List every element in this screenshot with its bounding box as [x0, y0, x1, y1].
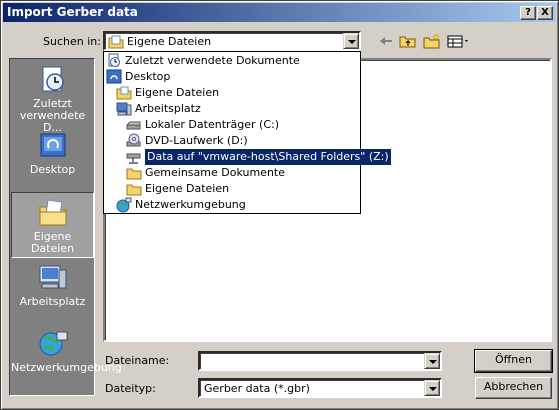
- dropdown-item-label: Arbeitsplatz: [135, 102, 201, 115]
- place-network[interactable]: Netzwerkumgebung: [11, 324, 122, 394]
- place-desktop-label: Desktop: [29, 163, 76, 176]
- place-recent[interactable]: Zuletzt verwendete D...: [11, 60, 94, 134]
- desktop-icon: [40, 133, 65, 157]
- filetype-dropdown-button[interactable]: [424, 380, 440, 396]
- title-bar: Import Gerber data ? X: [3, 3, 556, 22]
- dropdown-item-label: Eigene Dateien: [145, 182, 230, 195]
- dropdown-item-shared-documents[interactable]: Gemeinsame Dokumente: [126, 165, 285, 181]
- look-in-dropdown-button[interactable]: [343, 33, 359, 49]
- filetype-label: Dateityp:: [105, 382, 156, 395]
- dropdown-item-desktop[interactable]: Desktop: [106, 69, 170, 85]
- dropdown-item-label: Eigene Dateien: [135, 86, 220, 99]
- help-button[interactable]: ?: [520, 6, 536, 20]
- dropdown-item-my-documents[interactable]: Eigene Dateien: [116, 85, 219, 101]
- view-menu-button[interactable]: [446, 32, 472, 50]
- place-my-documents[interactable]: Eigene Dateien: [11, 192, 94, 258]
- dropdown-item-label: Data auf "vmware-host\Shared Folders" (Z…: [144, 148, 392, 166]
- back-arrow-icon: [380, 37, 392, 45]
- dropdown-item-own-documents[interactable]: Eigene Dateien: [126, 181, 229, 197]
- filename-label: Dateiname:: [105, 354, 170, 367]
- dropdown-item-my-computer[interactable]: Arbeitsplatz: [116, 101, 201, 117]
- place-my-documents-label: Eigene Dateien: [30, 230, 75, 255]
- dropdown-item-label: Netzwerkumgebung: [135, 198, 246, 211]
- dropdown-item-drive-z[interactable]: Data auf "vmware-host\Shared Folders" (Z…: [126, 148, 392, 166]
- places-bar: Zuletzt verwendete D... Desktop Eigene D…: [9, 58, 122, 396]
- new-folder-icon: [423, 33, 440, 49]
- dropdown-item-network[interactable]: Netzwerkumgebung: [116, 197, 246, 213]
- filename-combo[interactable]: [198, 351, 442, 371]
- place-my-computer-label: Arbeitsplatz: [19, 295, 86, 308]
- look-in-combo[interactable]: Eigene Dateien: [103, 31, 361, 51]
- import-dialog: Import Gerber data ? X Suchen in: Eigene…: [0, 0, 559, 410]
- look-in-value: Eigene Dateien: [127, 35, 212, 48]
- filetype-combo[interactable]: Gerber data (*.gbr): [198, 378, 442, 398]
- my-computer-icon: [116, 102, 132, 116]
- my-documents-icon: [108, 35, 124, 49]
- dropdown-item-drive-d[interactable]: DVD-Laufwerk (D:): [126, 133, 248, 149]
- filename-input[interactable]: [202, 354, 422, 368]
- dropdown-item-label: Lokaler Datenträger (C:): [145, 118, 280, 131]
- my-documents-icon: [39, 199, 66, 226]
- filetype-value: Gerber data (*.gbr): [204, 382, 310, 395]
- place-desktop[interactable]: Desktop: [11, 126, 94, 192]
- dvd-drive-icon: [126, 133, 141, 147]
- up-folder-icon: [399, 36, 416, 48]
- dropdown-item-label: Desktop: [125, 70, 171, 83]
- open-button[interactable]: Öffnen: [474, 349, 553, 373]
- dialog-title: Import Gerber data: [7, 5, 138, 19]
- dropdown-item-label: Zuletzt verwendete Dokumente: [125, 54, 300, 67]
- dropdown-item-drive-c[interactable]: Lokaler Datenträger (C:): [126, 117, 279, 133]
- look-in-dropdown-list: Zuletzt verwendete Dokumente Desktop Eig…: [103, 51, 392, 214]
- desktop-icon: [106, 69, 122, 84]
- cancel-button[interactable]: Abbrechen: [475, 377, 552, 399]
- place-my-computer[interactable]: Arbeitsplatz: [11, 258, 94, 324]
- dropdown-item-label: Gemeinsame Dokumente: [145, 166, 285, 179]
- folder-icon: [126, 168, 142, 180]
- hard-drive-icon: [126, 121, 141, 130]
- up-folder-button[interactable]: [398, 32, 418, 50]
- new-folder-button[interactable]: [422, 32, 442, 50]
- dropdown-item-label: DVD-Laufwerk (D:): [145, 134, 248, 147]
- my-computer-icon: [39, 265, 66, 289]
- network-drive-icon: [126, 153, 141, 164]
- recent-documents-icon: [42, 66, 64, 92]
- my-documents-icon: [116, 86, 132, 100]
- close-button[interactable]: X: [537, 6, 553, 20]
- network-icon: [39, 331, 67, 356]
- network-icon: [116, 197, 132, 213]
- folder-icon: [126, 184, 142, 196]
- recent-documents-icon: [108, 53, 120, 67]
- filename-dropdown-button[interactable]: [424, 353, 440, 369]
- dropdown-item-recent[interactable]: Zuletzt verwendete Dokumente: [106, 53, 300, 69]
- back-button[interactable]: [376, 32, 396, 50]
- look-in-label: Suchen in:: [43, 35, 101, 48]
- view-menu-icon: [447, 35, 468, 48]
